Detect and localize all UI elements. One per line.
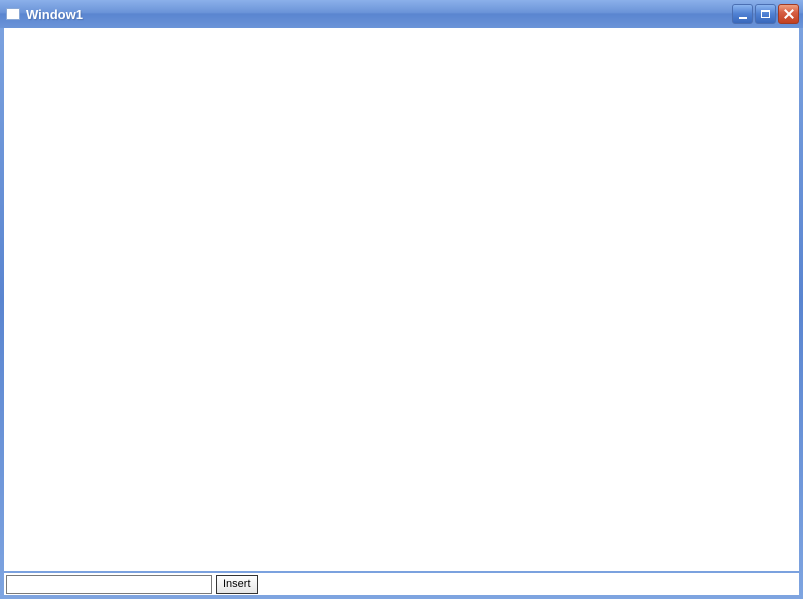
- maximize-icon: [761, 10, 770, 18]
- minimize-icon: [739, 17, 747, 19]
- insert-input[interactable]: [6, 575, 212, 594]
- app-icon: [6, 8, 20, 20]
- close-button[interactable]: [778, 4, 799, 24]
- minimize-button[interactable]: [732, 4, 753, 24]
- insert-button[interactable]: Insert: [216, 575, 258, 594]
- title-bar[interactable]: Window1: [0, 0, 803, 28]
- window-controls: [732, 4, 799, 24]
- close-icon: [783, 8, 795, 20]
- window-title: Window1: [26, 7, 732, 22]
- bottom-bar: Insert: [4, 573, 799, 595]
- app-window: Window1 Insert: [0, 0, 803, 599]
- client-area: [4, 28, 799, 571]
- maximize-button[interactable]: [755, 4, 776, 24]
